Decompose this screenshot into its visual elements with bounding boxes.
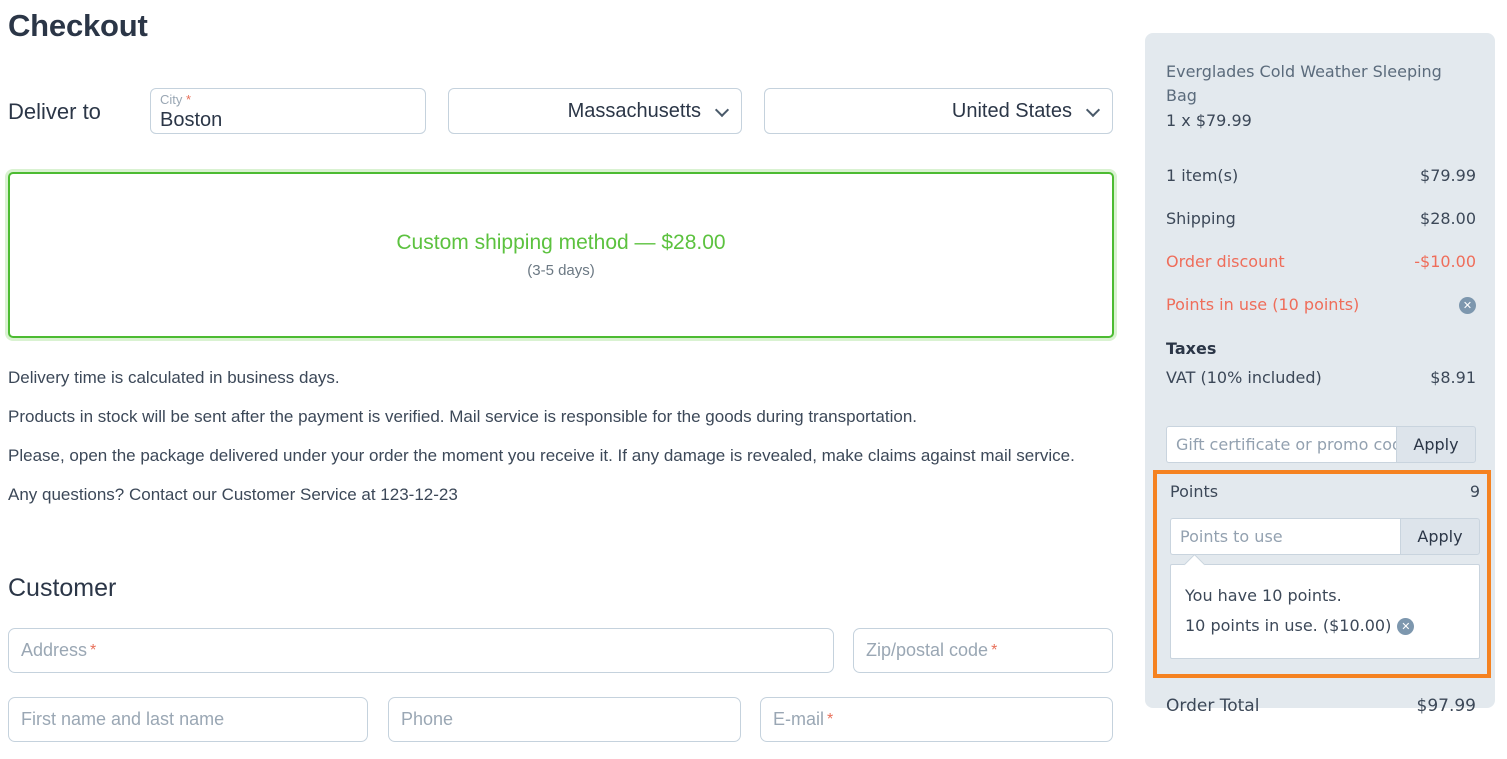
order-total-label: Order Total <box>1166 696 1260 716</box>
summary-row-value: $28.00 <box>1420 209 1476 228</box>
product-name: Everglades Cold Weather Sleeping Bag <box>1166 62 1442 105</box>
taxes-heading: Taxes <box>1166 339 1217 358</box>
required-asterisk: * <box>186 92 192 107</box>
points-highlight-block: Points 9 Points to use Apply You have 10… <box>1153 470 1491 678</box>
promo-code-input[interactable]: Gift certificate or promo code <box>1166 426 1396 463</box>
email-placeholder: E-mail <box>773 709 825 729</box>
city-field-label: City * <box>160 92 191 108</box>
order-summary-panel: Everglades Cold Weather Sleeping Bag 1 x… <box>1145 33 1495 716</box>
chevron-down-icon <box>1088 105 1100 117</box>
email-field[interactable]: E-mail * <box>760 697 1113 742</box>
zip-code-placeholder: Zip/postal code <box>866 640 989 660</box>
summary-row-value: -$10.00 <box>1414 252 1476 271</box>
state-select-value: Massachusetts <box>567 99 701 122</box>
close-circle-icon[interactable]: ✕ <box>1397 617 1415 635</box>
summary-row-label: 1 item(s) <box>1166 166 1239 185</box>
shipping-method-option[interactable]: Custom shipping method — $28.00 (3-5 day… <box>8 172 1114 338</box>
points-apply-button[interactable]: Apply <box>1400 518 1480 555</box>
summary-row-value: $8.91 <box>1430 368 1476 387</box>
full-name-field[interactable]: First name and last name <box>8 697 368 742</box>
delivery-info-text: Delivery time is calculated in business … <box>8 366 1103 522</box>
points-in-use-line: 10 points in use. ($10.00) ✕ <box>1185 615 1415 637</box>
summary-row-points-in-use: Points in use (10 points) ✕ <box>1166 294 1476 316</box>
points-info-tooltip: You have 10 points. 10 points in use. ($… <box>1170 564 1480 659</box>
points-label: Points <box>1170 482 1219 501</box>
address-field[interactable]: Address * <box>8 628 834 673</box>
summary-row-shipping: Shipping $28.00 <box>1166 208 1476 230</box>
points-in-use-text: 10 points in use. ($10.00) <box>1185 616 1392 635</box>
order-total-row: Order Total $97.99 <box>1166 694 1476 718</box>
points-header-row: Points 9 <box>1170 481 1480 503</box>
shipping-method-eta: (3-5 days) <box>527 262 595 279</box>
country-select[interactable]: United States <box>764 88 1113 134</box>
summary-row-label: Order discount <box>1166 252 1285 271</box>
zip-code-field[interactable]: Zip/postal code * <box>853 628 1113 673</box>
promo-code-row: Gift certificate or promo code Apply <box>1166 426 1476 463</box>
shipping-method-title: Custom shipping method — $28.00 <box>396 231 726 254</box>
summary-row-label: VAT (10% included) <box>1166 368 1322 387</box>
close-circle-icon[interactable]: ✕ <box>1459 296 1476 314</box>
summary-row-label: Points in use (10 points) <box>1166 295 1360 314</box>
order-total-value: $97.99 <box>1416 696 1476 716</box>
required-asterisk: * <box>90 641 97 659</box>
summary-row-value: $79.99 <box>1420 166 1476 185</box>
page-title: Checkout <box>8 8 148 43</box>
deliver-to-row: Deliver to City * Boston Massachusetts U… <box>8 88 1113 138</box>
summary-row-order-discount: Order discount -$10.00 <box>1166 251 1476 273</box>
checkout-main-column: Checkout Deliver to City * Boston Massac… <box>8 0 1114 742</box>
promo-code-placeholder: Gift certificate or promo code <box>1176 435 1396 454</box>
info-paragraph: Products in stock will be sent after the… <box>8 407 917 426</box>
full-name-placeholder: First name and last name <box>21 709 225 729</box>
city-label-text: City <box>160 92 183 107</box>
info-paragraph: Any questions? Contact our Customer Serv… <box>8 485 458 504</box>
customer-section-heading: Customer <box>8 574 117 602</box>
required-asterisk: * <box>827 710 834 728</box>
product-quantity-price: 1 x $79.99 <box>1166 111 1252 130</box>
points-input-row: Points to use Apply <box>1170 518 1480 555</box>
country-select-value: United States <box>951 99 1072 122</box>
summary-row-items: 1 item(s) $79.99 <box>1166 165 1476 187</box>
info-paragraph: Delivery time is calculated in business … <box>8 368 340 387</box>
city-input-value: Boston <box>160 109 223 131</box>
state-select[interactable]: Massachusetts <box>448 88 742 134</box>
required-asterisk: * <box>991 641 998 659</box>
address-placeholder: Address <box>21 640 88 660</box>
points-to-use-input[interactable]: Points to use <box>1170 518 1400 555</box>
summary-row-label: Shipping <box>1166 209 1236 228</box>
summary-row-vat: VAT (10% included) $8.91 <box>1166 367 1476 389</box>
chevron-down-icon <box>717 105 729 117</box>
points-count: 9 <box>1469 482 1480 501</box>
deliver-to-label: Deliver to <box>8 99 101 124</box>
points-available-text: You have 10 points. <box>1185 586 1342 605</box>
city-input[interactable]: City * Boston <box>150 88 426 134</box>
phone-field[interactable]: Phone <box>388 697 741 742</box>
phone-placeholder: Phone <box>401 709 454 729</box>
info-paragraph: Please, open the package delivered under… <box>8 446 1075 465</box>
promo-apply-button[interactable]: Apply <box>1396 426 1476 463</box>
points-input-placeholder: Points to use <box>1180 527 1283 546</box>
